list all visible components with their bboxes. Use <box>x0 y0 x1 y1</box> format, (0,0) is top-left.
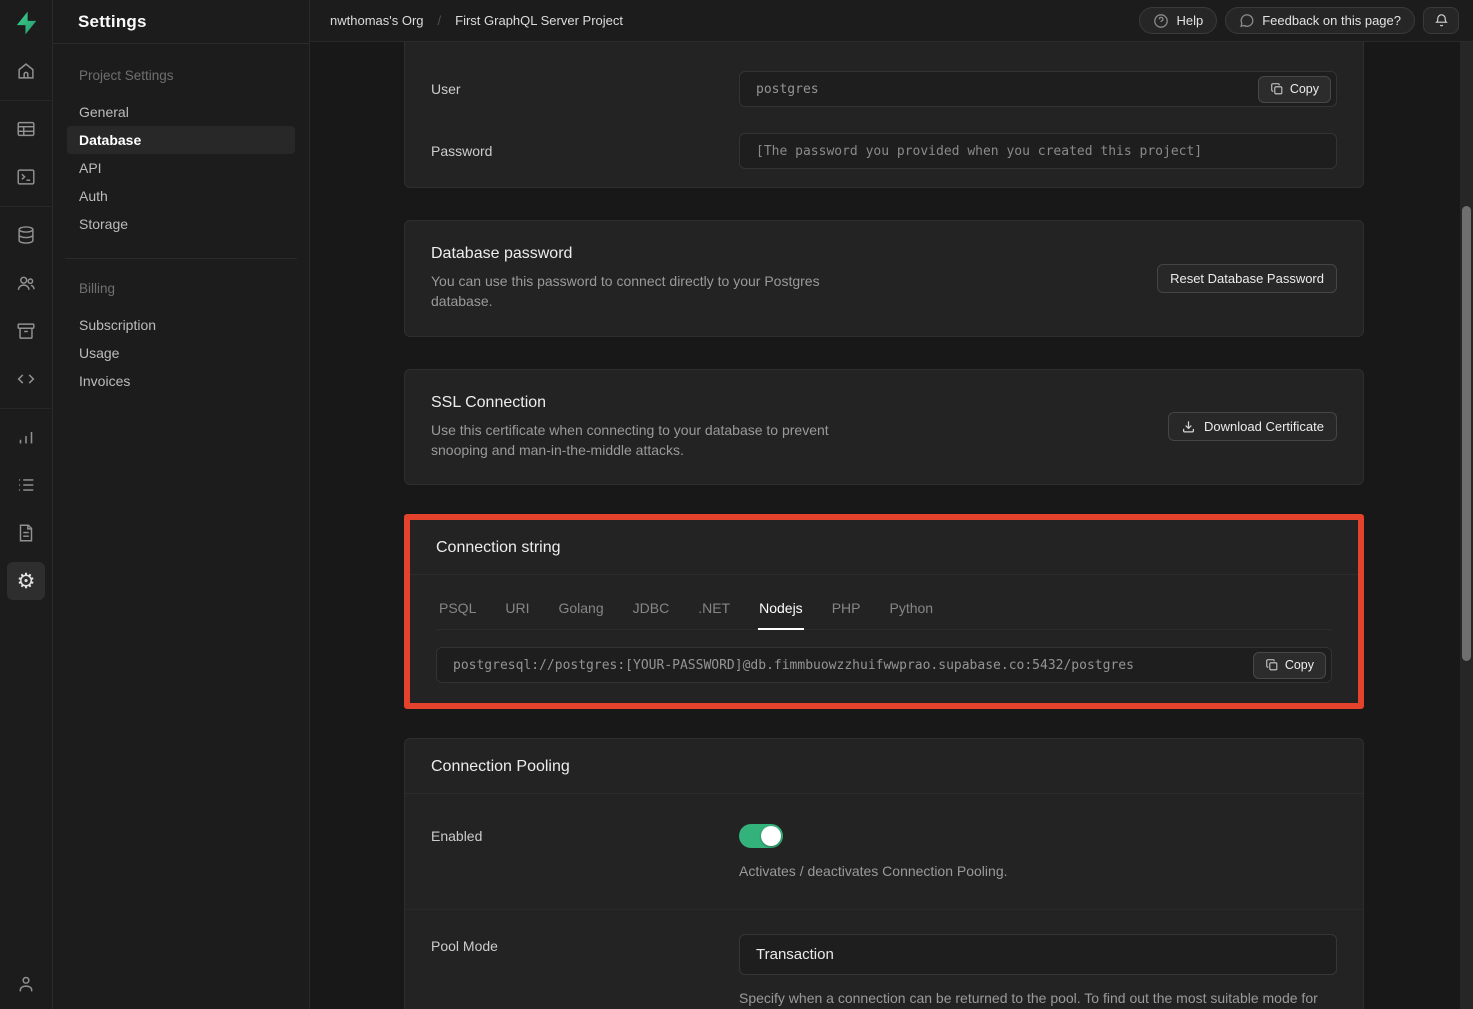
authentication-icon[interactable] <box>7 264 45 302</box>
database-password-title: Database password <box>431 245 861 263</box>
nav-section-project-settings: Project Settings <box>67 68 295 83</box>
highlight-red-border: Connection string PSQL URI Golang JDBC .… <box>404 514 1364 709</box>
chat-bubble-icon <box>1239 13 1255 29</box>
connection-string-tabs: PSQL URI Golang JDBC .NET Nodejs PHP Pyt… <box>436 592 1332 630</box>
pool-mode-description: Specify when a connection can be returne… <box>739 988 1337 1009</box>
settings-content: User postgres Copy <box>310 42 1473 1009</box>
breadcrumb-separator: / <box>438 13 442 28</box>
enabled-label: Enabled <box>431 824 739 881</box>
help-icon <box>1153 13 1169 29</box>
nav-section-billing: Billing <box>67 281 295 296</box>
password-field[interactable]: [The password you provided when you crea… <box>739 133 1337 169</box>
sidebar-item-usage[interactable]: Usage <box>67 339 295 367</box>
sidebar-item-storage[interactable]: Storage <box>67 210 295 238</box>
database-password-card: Database password You can use this passw… <box>404 220 1364 337</box>
tab-php[interactable]: PHP <box>831 592 862 629</box>
enabled-description: Activates / deactivates Connection Pooli… <box>739 861 1337 881</box>
sidebar-item-subscription[interactable]: Subscription <box>67 311 295 339</box>
ssl-connection-description: Use this certificate when connecting to … <box>431 420 861 461</box>
download-icon <box>1181 419 1196 434</box>
database-password-description: You can use this password to connect dir… <box>431 271 861 312</box>
user-label: User <box>431 81 739 97</box>
password-placeholder: [The password you provided when you crea… <box>756 144 1202 159</box>
connection-string-card: Connection string PSQL URI Golang JDBC .… <box>410 520 1358 703</box>
connection-string-field[interactable]: postgresql://postgres:[YOUR-PASSWORD]@db… <box>436 647 1332 683</box>
nav-divider <box>65 258 297 259</box>
scrollbar-thumb[interactable] <box>1462 206 1471 661</box>
copy-user-button[interactable]: Copy <box>1258 76 1331 103</box>
sidebar-item-invoices[interactable]: Invoices <box>67 367 295 395</box>
breadcrumb-org[interactable]: nwthomas's Org <box>330 13 424 28</box>
ssl-connection-card: SSL Connection Use this certificate when… <box>404 369 1364 486</box>
bell-icon <box>1433 12 1450 29</box>
storage-icon[interactable] <box>7 312 45 350</box>
top-bar: nwthomas's Org / First GraphQL Server Pr… <box>310 0 1473 42</box>
ssl-connection-title: SSL Connection <box>431 394 861 412</box>
copy-connection-string-button[interactable]: Copy <box>1253 652 1326 679</box>
password-label: Password <box>431 143 739 159</box>
tab-dotnet[interactable]: .NET <box>697 592 731 629</box>
feedback-button[interactable]: Feedback on this page? <box>1225 7 1415 34</box>
account-icon[interactable] <box>7 965 45 1003</box>
sidebar-item-api[interactable]: API <box>67 154 295 182</box>
reports-icon[interactable] <box>7 418 45 456</box>
tab-nodejs[interactable]: Nodejs <box>758 592 804 629</box>
connection-pooling-title: Connection Pooling <box>431 758 1337 776</box>
connection-pooling-toggle[interactable] <box>739 824 783 848</box>
rail-divider <box>0 100 53 101</box>
table-editor-icon[interactable] <box>7 110 45 148</box>
tab-python[interactable]: Python <box>888 592 934 629</box>
download-certificate-button[interactable]: Download Certificate <box>1168 412 1337 441</box>
rail-divider <box>0 206 53 207</box>
edge-functions-icon[interactable] <box>7 360 45 398</box>
connection-string-value: postgresql://postgres:[YOUR-PASSWORD]@db… <box>453 658 1134 673</box>
tab-uri[interactable]: URI <box>504 592 530 629</box>
sidebar-item-database[interactable]: Database <box>67 126 295 154</box>
reset-database-password-button[interactable]: Reset Database Password <box>1157 264 1337 293</box>
breadcrumb-project[interactable]: First GraphQL Server Project <box>455 13 623 28</box>
tab-golang[interactable]: Golang <box>557 592 604 629</box>
supabase-logo[interactable] <box>11 8 41 38</box>
settings-sidebar: Settings Project Settings General Databa… <box>53 0 310 1009</box>
tab-jdbc[interactable]: JDBC <box>632 592 671 629</box>
user-value: postgres <box>756 82 819 97</box>
connection-info-card: User postgres Copy <box>404 42 1364 188</box>
tab-psql[interactable]: PSQL <box>438 592 477 629</box>
home-icon[interactable] <box>7 52 45 90</box>
settings-icon[interactable]: ⚙ <box>7 562 45 600</box>
icon-rail: ⚙ <box>0 0 53 1009</box>
pool-mode-label: Pool Mode <box>431 934 739 1009</box>
page-title: Settings <box>78 12 147 32</box>
connection-pooling-card: Connection Pooling Enabled Activates / d… <box>404 738 1364 1009</box>
pool-mode-select[interactable]: Transaction <box>739 934 1337 975</box>
connection-string-title: Connection string <box>436 539 1332 557</box>
sidebar-item-general[interactable]: General <box>67 98 295 126</box>
copy-icon <box>1265 658 1279 672</box>
copy-icon <box>1270 82 1284 96</box>
toggle-knob <box>761 826 781 846</box>
rail-divider <box>0 408 53 409</box>
scrollbar-track[interactable] <box>1460 42 1473 1009</box>
breadcrumb: nwthomas's Org / First GraphQL Server Pr… <box>330 13 623 28</box>
sql-editor-icon[interactable] <box>7 158 45 196</box>
help-button[interactable]: Help <box>1139 7 1217 34</box>
sidebar-item-auth[interactable]: Auth <box>67 182 295 210</box>
notifications-button[interactable] <box>1423 7 1459 34</box>
docs-icon[interactable] <box>7 514 45 552</box>
sidebar-header: Settings <box>53 0 309 44</box>
enabled-row: Enabled Activates / deactivates Connecti… <box>405 794 1363 909</box>
pool-mode-row: Pool Mode Transaction Specify when a con… <box>405 909 1363 1009</box>
database-icon[interactable] <box>7 216 45 254</box>
logs-icon[interactable] <box>7 466 45 504</box>
user-field[interactable]: postgres Copy <box>739 71 1337 107</box>
pool-mode-value: Transaction <box>756 946 834 963</box>
